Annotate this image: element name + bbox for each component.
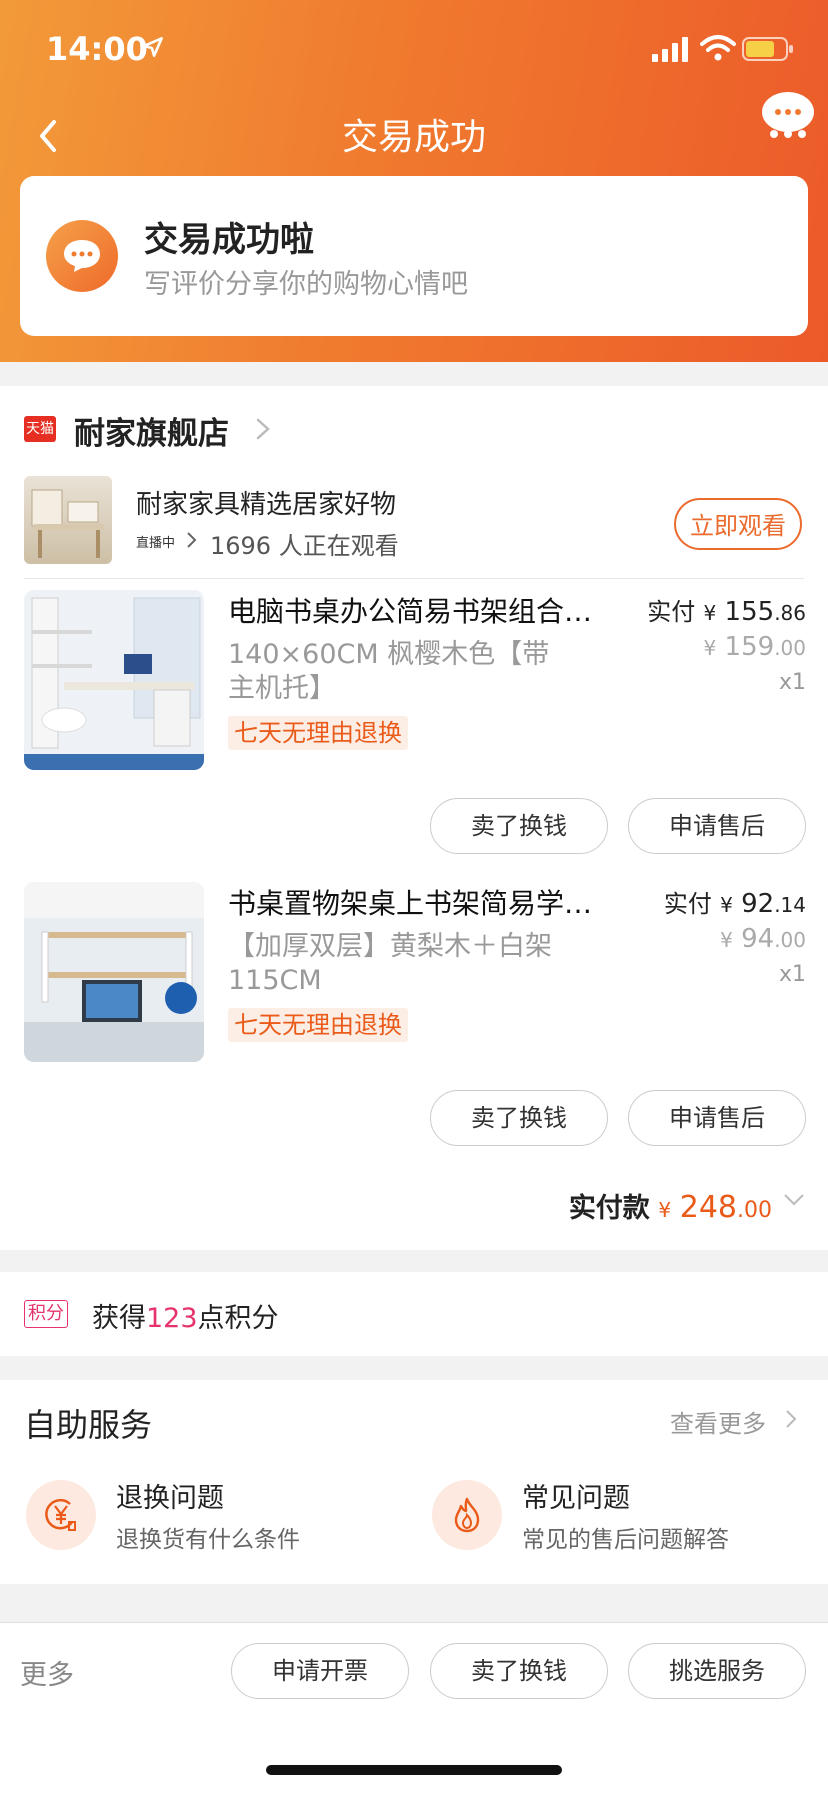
product-name[interactable]: 书桌置物架桌上书架简易学生… bbox=[228, 882, 608, 922]
currency-symbol: ¥ bbox=[703, 636, 717, 660]
flame-icon bbox=[432, 1480, 502, 1550]
total-int: 248 bbox=[679, 1190, 737, 1225]
product-image[interactable] bbox=[24, 590, 204, 770]
service-subtitle: 常见的售后问题解答 bbox=[522, 1527, 729, 1553]
points-prefix: 获得 bbox=[92, 1303, 146, 1334]
service-title: 常见问题 bbox=[522, 1483, 630, 1514]
chat-bubble-icon bbox=[46, 220, 118, 292]
nav-bar: 交易成功 bbox=[0, 92, 828, 176]
paid-int: 92 bbox=[741, 889, 775, 919]
request-invoice-button[interactable]: 申请开票 bbox=[231, 1643, 409, 1699]
currency-symbol: ¥ bbox=[703, 601, 717, 625]
yen-return-icon bbox=[26, 1480, 96, 1550]
success-card: 交易成功啦 写评价分享你的购物心情吧 bbox=[20, 176, 808, 336]
live-title[interactable]: 耐家家具精选居家好物 bbox=[136, 484, 396, 521]
chevron-down-icon[interactable] bbox=[782, 1192, 806, 1208]
orig-int: 159 bbox=[724, 632, 775, 662]
quantity: x1 bbox=[778, 962, 806, 987]
service-title: 退换问题 bbox=[116, 1483, 224, 1514]
status-bar: 14:00 bbox=[0, 0, 828, 96]
status-time: 14:00 bbox=[46, 30, 148, 68]
points-card: 积分 获得123点积分 bbox=[0, 1272, 828, 1356]
chevron-right-icon bbox=[187, 532, 197, 548]
store-name[interactable]: 耐家旗舰店 bbox=[74, 408, 229, 453]
original-price: ¥ 159.00 bbox=[704, 632, 806, 662]
order-item[interactable]: 书桌置物架桌上书架简易学生… 【加厚双层】黄梨木＋白架115CM 七天无理由退换… bbox=[0, 882, 828, 1172]
paid-dec: .14 bbox=[774, 893, 806, 917]
currency-symbol: ¥ bbox=[720, 928, 733, 952]
after-sale-button[interactable]: 申请售后 bbox=[628, 1090, 806, 1146]
live-badge: 直播中 bbox=[136, 536, 176, 551]
product-spec: 【加厚双层】黄梨木＋白架115CM bbox=[228, 931, 552, 996]
product-image[interactable] bbox=[24, 882, 204, 1062]
paid-price: 实付 ¥ 92.14 bbox=[664, 884, 806, 919]
return-policy-tag: 七天无理由退换 bbox=[228, 716, 408, 750]
orig-int: 94 bbox=[741, 924, 775, 954]
paid-label: 实付 bbox=[663, 890, 712, 918]
product-name[interactable]: 电脑书桌办公简易书架组合… bbox=[228, 590, 608, 630]
divider bbox=[24, 578, 804, 579]
points-text: 获得123点积分 bbox=[92, 1296, 279, 1335]
paid-int: 155 bbox=[724, 597, 775, 627]
original-price: ¥ 94.00 bbox=[720, 924, 806, 954]
paid-dec: .86 bbox=[774, 601, 806, 625]
return-policy-tag: 七天无理由退换 bbox=[228, 1008, 408, 1042]
orig-dec: .00 bbox=[774, 636, 806, 660]
sell-for-cash-button[interactable]: 卖了换钱 bbox=[430, 1643, 608, 1699]
more-dots-icon[interactable] bbox=[768, 128, 808, 140]
chevron-right-icon[interactable] bbox=[254, 416, 272, 442]
order-item[interactable]: 电脑书桌办公简易书架组合… 140×60CM 枫樱木色【带主机托】 七天无理由退… bbox=[0, 590, 828, 880]
self-service-card: 自助服务 查看更多 退换问题 退换货有什么条件 常见问题 常见的售后问题解答 bbox=[0, 1380, 828, 1584]
chevron-right-icon[interactable] bbox=[784, 1408, 798, 1430]
paid-label: 实付 bbox=[647, 598, 696, 626]
quantity: x1 bbox=[778, 670, 806, 695]
watch-now-button[interactable]: 立即观看 bbox=[674, 498, 802, 550]
sell-for-cash-button[interactable]: 卖了换钱 bbox=[430, 1090, 608, 1146]
wifi-icon bbox=[700, 35, 736, 61]
total-label: 实付款 bbox=[568, 1193, 650, 1224]
points-suffix: 点积分 bbox=[197, 1303, 279, 1334]
bottom-action-bar: 更多 申请开票 卖了换钱 挑选服务 bbox=[0, 1622, 828, 1793]
total-dec: .00 bbox=[737, 1198, 772, 1223]
battery-icon bbox=[742, 37, 793, 61]
store-order-card: 天猫 耐家旗舰店 耐家家具精选居家好物 直播中 1696 人正在观看 立即观看 … bbox=[0, 386, 828, 1250]
live-thumbnail[interactable] bbox=[24, 476, 112, 564]
orig-dec: .00 bbox=[774, 928, 806, 952]
page-title: 交易成功 bbox=[341, 117, 486, 158]
after-sale-button[interactable]: 申请售后 bbox=[628, 798, 806, 854]
choose-service-button[interactable]: 挑选服务 bbox=[628, 1643, 806, 1699]
section-title: 自助服务 bbox=[24, 1406, 153, 1444]
live-viewer-count: 1696 人正在观看 bbox=[210, 532, 399, 560]
success-subtitle[interactable]: 写评价分享你的购物心情吧 bbox=[144, 262, 468, 301]
service-item-returns[interactable]: 退换问题 退换货有什么条件 bbox=[26, 1476, 386, 1556]
sell-for-cash-button[interactable]: 卖了换钱 bbox=[430, 798, 608, 854]
location-arrow-icon bbox=[143, 37, 163, 57]
order-total[interactable]: 实付款 ¥ 248.00 bbox=[569, 1186, 772, 1225]
service-item-faq[interactable]: 常见问题 常见的售后问题解答 bbox=[432, 1476, 792, 1556]
tmall-logo-icon: 天猫 bbox=[24, 416, 56, 442]
view-more-link[interactable]: 查看更多 bbox=[670, 1404, 766, 1439]
currency-symbol: ¥ bbox=[658, 1198, 672, 1222]
points-value: 123 bbox=[146, 1303, 198, 1334]
success-title: 交易成功啦 bbox=[144, 220, 314, 260]
product-spec: 140×60CM 枫樱木色【带主机托】 bbox=[228, 639, 550, 704]
currency-symbol: ¥ bbox=[720, 893, 733, 917]
points-badge: 积分 bbox=[24, 1300, 68, 1328]
paid-price: 实付 ¥ 155.86 bbox=[647, 592, 806, 627]
more-actions-button[interactable]: 更多 bbox=[20, 1653, 74, 1692]
service-subtitle: 退换货有什么条件 bbox=[116, 1527, 300, 1553]
home-indicator[interactable] bbox=[266, 1765, 562, 1775]
cellular-signal-icon bbox=[652, 37, 688, 62]
